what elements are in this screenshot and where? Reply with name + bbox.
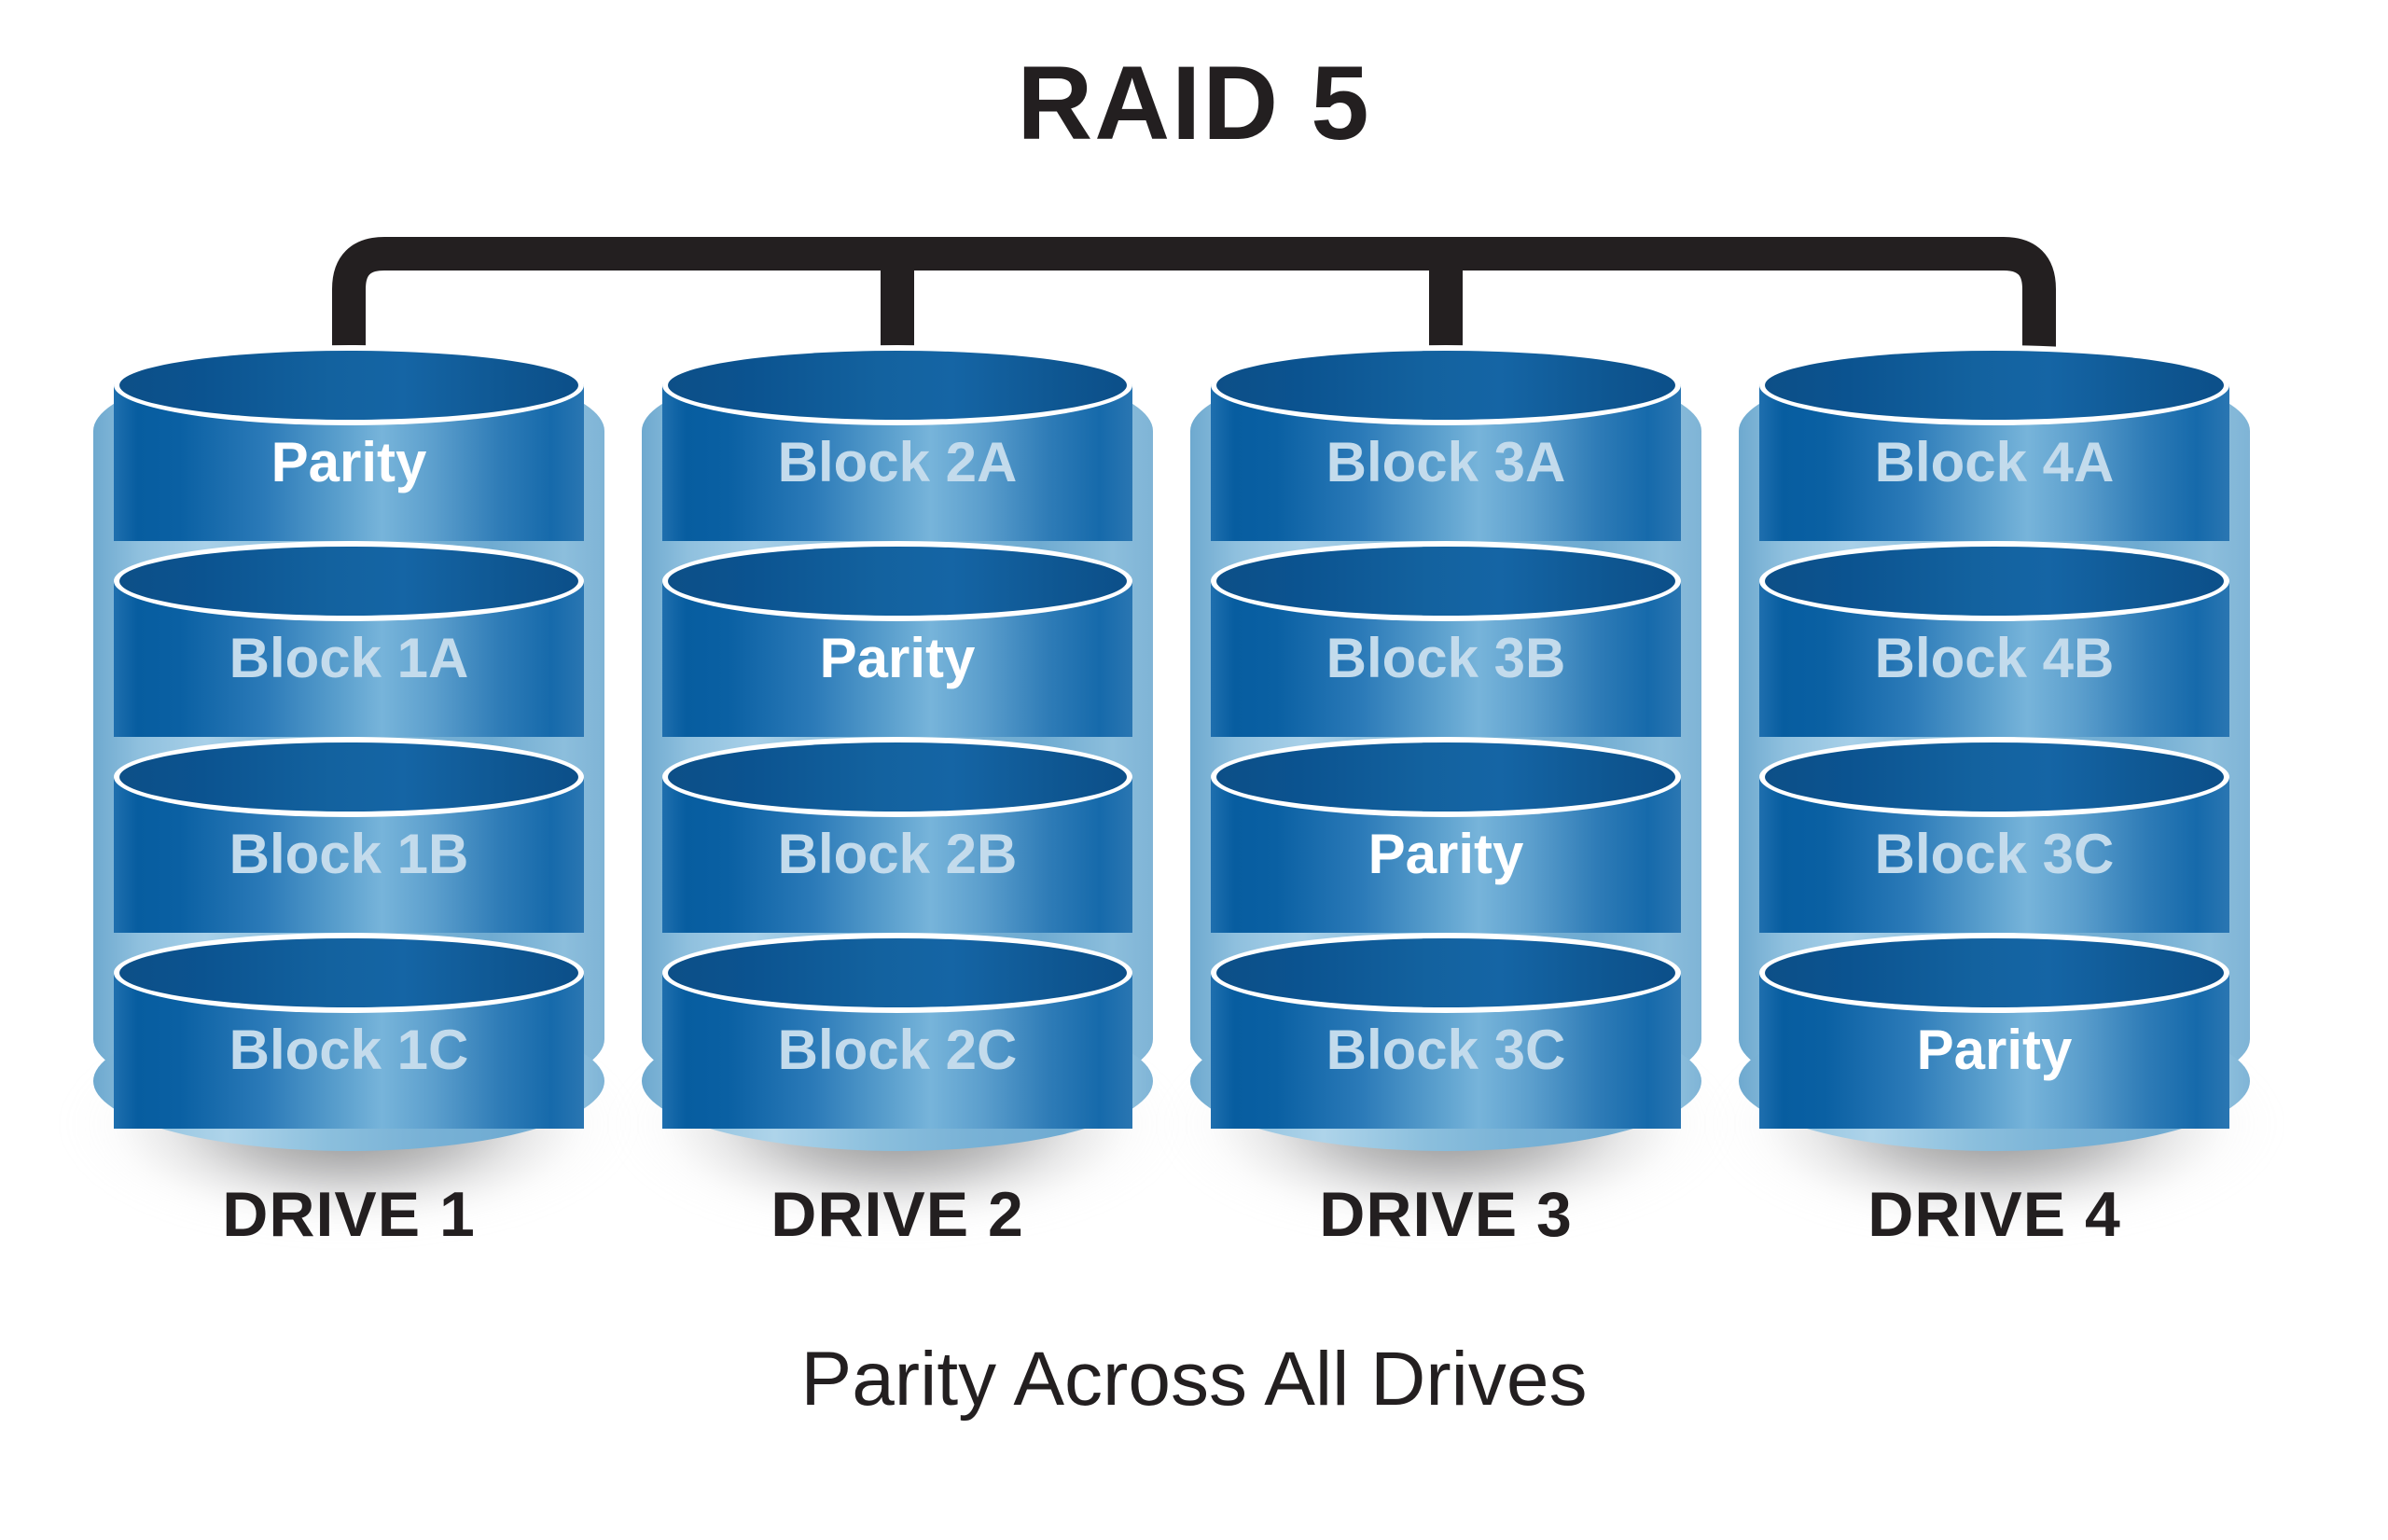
drive-caption-4: DRIVE 4 (1867, 1179, 2121, 1250)
drive-array: Parity Block 1A Block 1B Block 1C Block 2A Pa… (0, 345, 2388, 1278)
diagram-title: RAID 5 (1017, 45, 1371, 161)
block-label: Block 3A (1326, 431, 1566, 493)
drive-caption-1: DRIVE 1 (222, 1179, 476, 1250)
segment-top-surface (1216, 547, 1675, 616)
drive-1[interactable]: Parity Block 1A Block 1B Block 1C (37, 345, 660, 1278)
block-label: Block 4B (1874, 627, 2115, 689)
drive-segments: Parity Block 1A Block 1B Block 1C (93, 345, 604, 1147)
block-label: Block 4A (1874, 431, 2115, 493)
disk-segment[interactable]: Parity (114, 345, 584, 541)
disk-segment[interactable]: Parity (1759, 933, 2229, 1129)
segment-top-surface (668, 351, 1127, 420)
block-label: Block 2B (777, 823, 1018, 885)
block-label: Block 1A (229, 627, 469, 689)
block-label: Block 2A (777, 431, 1018, 493)
drive-2[interactable]: Block 2A Parity Block 2B Block 2C (586, 345, 1209, 1278)
block-label: Block 3C (1874, 823, 2115, 885)
disk-segment[interactable]: Block 4A (1759, 345, 2229, 541)
disk-segment[interactable]: Block 4B (1759, 541, 2229, 737)
disk-segment[interactable]: Block 3C (1759, 737, 2229, 933)
segment-top-surface (1216, 938, 1675, 1007)
block-label: Block 2C (777, 1019, 1018, 1081)
drive-segments: Block 3A Block 3B Parity Block 3C (1190, 345, 1701, 1147)
segment-top-surface (119, 742, 578, 812)
parity-label: Parity (1368, 823, 1524, 885)
disk-segment[interactable]: Block 3C (1211, 933, 1681, 1129)
block-label: Block 3C (1326, 1019, 1566, 1081)
segment-top-surface (668, 547, 1127, 616)
parity-label: Parity (1916, 1019, 2073, 1081)
drive-caption-2: DRIVE 2 (771, 1179, 1024, 1250)
block-label: Block 1B (229, 823, 469, 885)
segment-top-surface (119, 351, 578, 420)
disk-segment[interactable]: Block 3B (1211, 541, 1681, 737)
disk-segment[interactable]: Block 3A (1211, 345, 1681, 541)
footer-caption: Parity Across All Drives (800, 1337, 1588, 1422)
disk-segment[interactable]: Parity (662, 541, 1132, 737)
drive-segments: Block 4A Block 4B Block 3C Parity (1739, 345, 2250, 1147)
disk-segment[interactable]: Block 1A (114, 541, 584, 737)
disk-segment[interactable]: Block 2B (662, 737, 1132, 933)
block-label: Block 1C (229, 1019, 469, 1081)
segment-top-surface (1765, 742, 2224, 812)
drive-caption-3: DRIVE 3 (1319, 1179, 1573, 1250)
disk-segment[interactable]: Parity (1211, 737, 1681, 933)
segment-top-surface (1765, 547, 2224, 616)
segment-top-surface (1216, 351, 1675, 420)
segment-top-surface (119, 547, 578, 616)
drive-3[interactable]: Block 3A Block 3B Parity Block 3C (1134, 345, 1757, 1278)
segment-top-surface (119, 938, 578, 1007)
segment-top-surface (668, 938, 1127, 1007)
disk-segment[interactable]: Block 2A (662, 345, 1132, 541)
segment-top-surface (1765, 938, 2224, 1007)
disk-segment[interactable]: Block 1B (114, 737, 584, 933)
parity-label: Parity (819, 627, 976, 689)
disk-segment[interactable]: Block 2C (662, 933, 1132, 1129)
raid5-diagram: RAID 5 Parity Block 1A Block 1B Block 1C Blo… (0, 0, 2388, 1540)
parity-label: Parity (271, 431, 427, 493)
block-label: Block 3B (1326, 627, 1566, 689)
disk-segment[interactable]: Block 1C (114, 933, 584, 1129)
drive-segments: Block 2A Parity Block 2B Block 2C (642, 345, 1153, 1147)
segment-top-surface (1765, 351, 2224, 420)
segment-top-surface (1216, 742, 1675, 812)
drive-4[interactable]: Block 4A Block 4B Block 3C Parity (1683, 345, 2306, 1278)
segment-top-surface (668, 742, 1127, 812)
